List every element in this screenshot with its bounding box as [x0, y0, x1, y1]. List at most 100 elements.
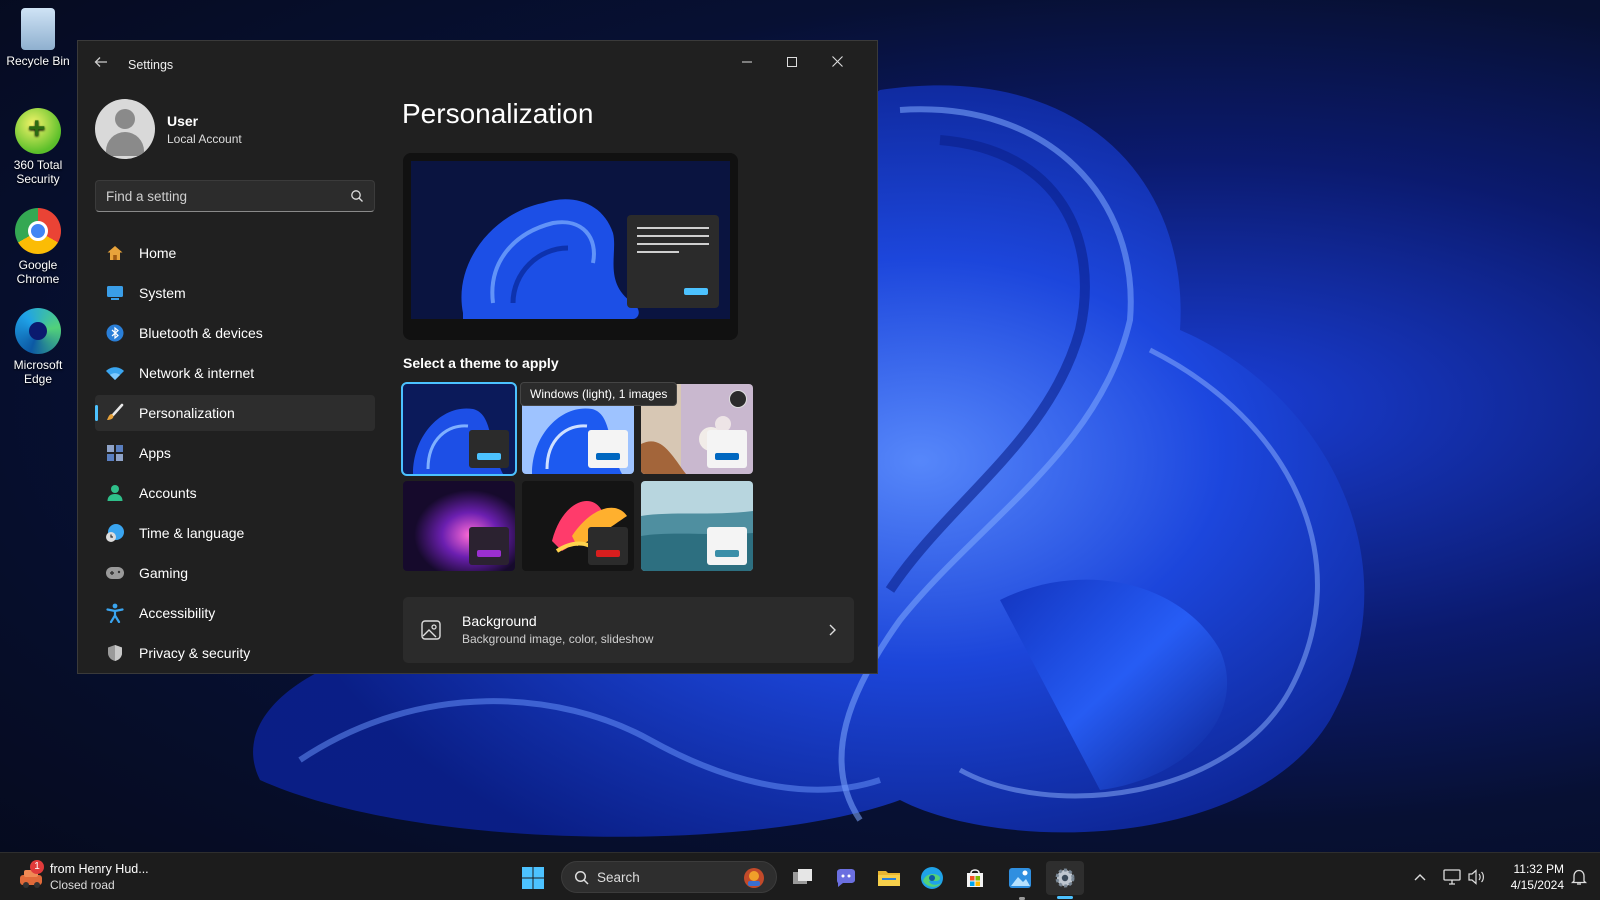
theme-mini-window	[707, 527, 747, 565]
theme-mini-window	[469, 527, 509, 565]
theme-tile-windows-dark[interactable]	[401, 382, 517, 476]
background-setting-card[interactable]: Background Background image, color, slid…	[403, 597, 854, 663]
speaker-icon	[1468, 869, 1484, 885]
theme-mini-window	[588, 430, 628, 468]
close-icon	[831, 56, 843, 67]
sidebar-item-time-language[interactable]: Time & language	[95, 515, 375, 551]
task-view-icon	[793, 869, 812, 884]
desktop-icon-360-total-security[interactable]: + 360 Total Security	[4, 108, 72, 186]
edge-icon	[15, 308, 61, 354]
avatar[interactable]	[95, 99, 155, 159]
gear-icon	[1055, 868, 1075, 888]
notification-center-button[interactable]	[1570, 868, 1588, 886]
search-input[interactable]	[106, 181, 336, 211]
paint-app-button[interactable]	[1001, 861, 1039, 895]
notification-subtitle: Closed road	[50, 878, 115, 892]
title-bar: Settings	[78, 41, 877, 87]
maximize-button[interactable]	[770, 49, 814, 75]
sidebar-item-gaming[interactable]: Gaming	[95, 555, 375, 591]
bluetooth-icon	[105, 323, 125, 343]
accessibility-icon	[105, 603, 125, 623]
folder-icon	[878, 871, 900, 886]
edge-icon	[921, 867, 943, 889]
sidebar-item-accessibility[interactable]: Accessibility	[95, 595, 375, 631]
notification-badge: 1	[30, 860, 44, 874]
store-icon	[967, 869, 983, 887]
sidebar-item-personalization[interactable]: Personalization	[95, 395, 375, 431]
background-card-subtitle: Background image, color, slideshow	[462, 632, 654, 646]
show-hidden-icons-button[interactable]	[1411, 868, 1429, 886]
spotlight-badge-icon	[729, 390, 747, 408]
search-icon	[574, 870, 589, 885]
avatar-head	[115, 109, 135, 129]
news-notification[interactable]: 1 from Henry Hud... Closed road	[18, 860, 168, 894]
profile-account-type: Local Account	[167, 132, 242, 146]
taskbar-search[interactable]: Search	[561, 861, 777, 893]
sidebar-item-home[interactable]: Home	[95, 235, 375, 271]
recycle-bin-icon	[21, 8, 55, 50]
sidebar-nav: Home System Bluetooth & devices Network …	[95, 235, 375, 673]
task-view-button[interactable]	[784, 861, 822, 895]
back-arrow-icon	[94, 57, 107, 67]
maximize-icon	[787, 57, 797, 67]
sidebar-item-system[interactable]: System	[95, 275, 375, 311]
sidebar-item-network[interactable]: Network & internet	[95, 355, 375, 391]
taskbar-clock[interactable]: 11:32 PM 4/15/2024	[1484, 861, 1564, 893]
active-app-indicator	[1057, 896, 1073, 899]
globe-clock-icon	[105, 523, 125, 543]
taskbar-search-label: Search	[597, 870, 640, 885]
apps-icon	[105, 443, 125, 463]
microsoft-store-button[interactable]	[956, 861, 994, 895]
background-card-title: Background	[462, 613, 537, 629]
search-highlight-icon	[744, 868, 764, 888]
chrome-icon	[15, 208, 61, 254]
gamepad-icon	[105, 563, 125, 583]
theme-preview	[403, 153, 738, 340]
chat-icon	[837, 869, 855, 887]
start-button[interactable]	[514, 861, 552, 895]
shield-icon	[105, 643, 125, 663]
clock-date: 4/15/2024	[1510, 878, 1564, 892]
home-icon	[105, 243, 125, 263]
settings-window: Settings User Local Account Home System	[77, 40, 878, 674]
network-tray-button[interactable]	[1443, 868, 1461, 886]
volume-tray-button[interactable]	[1467, 868, 1485, 886]
taskbar: 1 from Henry Hud... Closed road Search 1…	[0, 852, 1600, 900]
search-icon[interactable]	[350, 189, 364, 203]
theme-mini-window	[469, 430, 509, 468]
file-explorer-button[interactable]	[870, 861, 908, 895]
window-title: Settings	[128, 58, 174, 72]
brush-icon	[105, 403, 125, 423]
chevron-right-icon	[829, 624, 836, 636]
theme-tile-glow[interactable]	[403, 481, 515, 571]
theme-tooltip: Windows (light), 1 images	[520, 382, 678, 406]
sidebar-item-apps[interactable]: Apps	[95, 435, 375, 471]
notification-title: from Henry Hud...	[50, 862, 149, 876]
preview-wallpaper	[411, 161, 730, 319]
desktop-icon-microsoft-edge[interactable]: Microsoft Edge	[4, 308, 72, 386]
theme-mini-window	[588, 527, 628, 565]
back-button[interactable]	[90, 55, 112, 75]
wifi-icon	[105, 363, 125, 383]
theme-tile-captured-motion[interactable]	[522, 481, 634, 571]
settings-taskbar-button[interactable]	[1046, 861, 1084, 895]
theme-tile-flow[interactable]	[641, 481, 753, 571]
bell-icon	[1571, 869, 1587, 885]
edge-taskbar-button[interactable]	[913, 861, 951, 895]
minimize-button[interactable]	[725, 49, 769, 75]
desktop-icon-recycle-bin[interactable]: Recycle Bin	[4, 8, 72, 68]
360-security-icon: +	[15, 108, 61, 154]
teams-chat-button[interactable]	[827, 861, 865, 895]
sidebar-item-privacy-security[interactable]: Privacy & security	[95, 635, 375, 671]
clock-time: 11:32 PM	[1513, 862, 1564, 876]
photos-icon	[1009, 868, 1031, 888]
avatar-body	[106, 132, 144, 156]
sidebar-item-accounts[interactable]: Accounts	[95, 475, 375, 511]
close-button[interactable]	[815, 49, 859, 75]
system-icon	[105, 283, 125, 303]
search-box	[95, 180, 375, 212]
sidebar-item-bluetooth[interactable]: Bluetooth & devices	[95, 315, 375, 351]
themes-section-label: Select a theme to apply	[403, 355, 559, 371]
minimize-icon	[742, 61, 752, 63]
desktop-icon-google-chrome[interactable]: Google Chrome	[4, 208, 72, 286]
